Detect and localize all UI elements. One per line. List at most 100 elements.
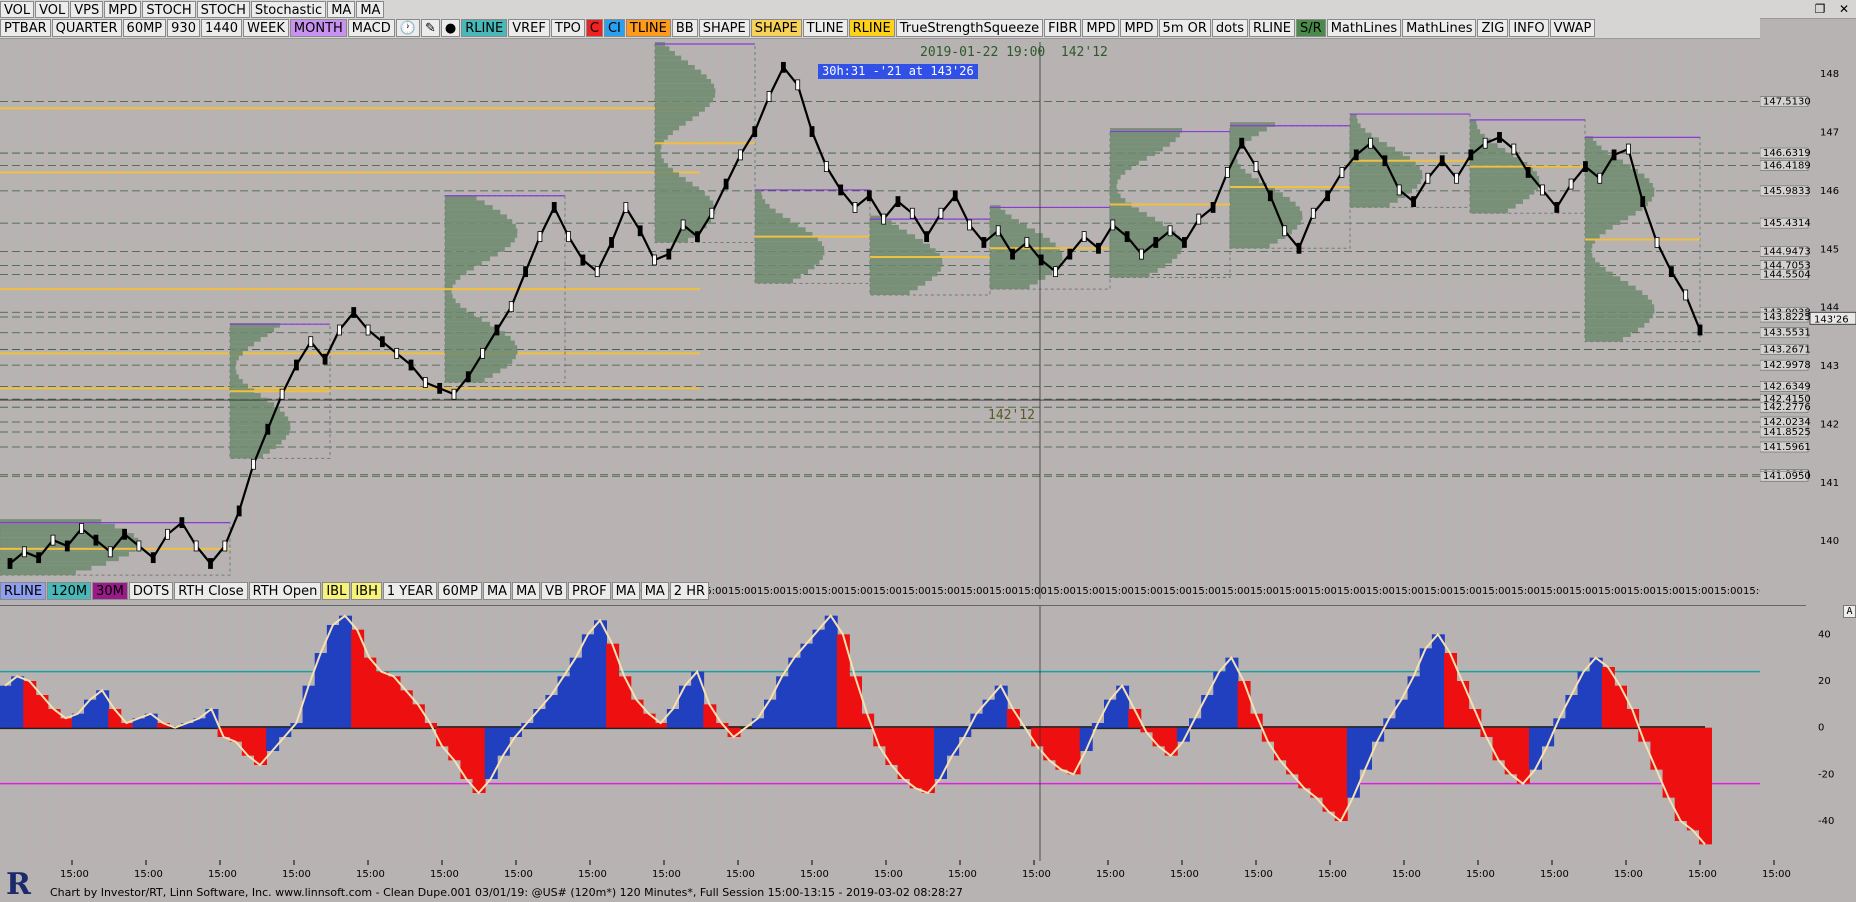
price-candle: [408, 359, 414, 371]
menu-vol[interactable]: VOL: [0, 0, 35, 18]
toolbar-shape[interactable]: SHAPE: [750, 19, 802, 37]
pencil-icon[interactable]: ✎: [420, 19, 440, 37]
toolbar-tpo[interactable]: TPO: [550, 19, 585, 37]
profile-bar: [655, 121, 686, 126]
profile-bar: [1350, 202, 1390, 208]
toolbar-930[interactable]: 930: [167, 19, 200, 37]
lower-dots[interactable]: DOTS: [128, 582, 174, 600]
price-candle: [1053, 266, 1058, 278]
profile-bar: [445, 279, 456, 285]
toolbar-zig[interactable]: ZIG: [1477, 19, 1509, 37]
menu-mpd[interactable]: MPD: [104, 0, 142, 18]
menu-ma[interactable]: MA: [356, 0, 385, 18]
menu-stoch[interactable]: STOCH: [196, 0, 250, 18]
profile-bar: [655, 55, 682, 61]
time-label: 15:00: [800, 869, 829, 880]
lower-2-hr[interactable]: 2 HR: [669, 582, 710, 600]
menu-ma[interactable]: MA: [327, 0, 356, 18]
date-tick: 15:00: [1192, 586, 1221, 597]
lower-ma[interactable]: MA: [611, 582, 640, 600]
lower-60mp[interactable]: 60MP: [438, 582, 482, 600]
toolbar-macd[interactable]: MACD: [347, 19, 395, 37]
lower-rline[interactable]: RLINE: [0, 582, 47, 600]
profile-bar: [445, 326, 498, 332]
price-chart-panel[interactable]: 15:00 15:00 15:00 15:00 15:00 15:00 15:00 15:00…: [0, 42, 1806, 599]
toolbar-mathlines[interactable]: MathLines: [1326, 19, 1402, 37]
close-icon[interactable]: ✕: [1832, 0, 1856, 18]
lower-vb[interactable]: VB: [541, 582, 567, 600]
restore-icon[interactable]: ❐: [1808, 0, 1832, 18]
lower-ma[interactable]: MA: [482, 582, 512, 600]
profile-bar: [1110, 160, 1139, 166]
toolbar-truestrengthsqueeze[interactable]: TrueStrengthSqueeze: [895, 19, 1044, 37]
profile-bar: [1470, 133, 1485, 139]
profile-bar: [655, 88, 716, 94]
profile-bar: [755, 259, 820, 265]
lower-120m[interactable]: 120M: [47, 582, 92, 600]
menu-vol[interactable]: VOL: [35, 0, 70, 18]
menu-stochastic[interactable]: Stochastic: [250, 0, 327, 18]
lower-ibh[interactable]: IBH: [351, 582, 382, 600]
menu-vps[interactable]: VPS: [70, 0, 104, 18]
price-candle: [695, 231, 700, 243]
profile-bar: [1350, 128, 1366, 133]
oscillator-panel[interactable]: [0, 605, 1806, 861]
lower-rth-open[interactable]: RTH Open: [248, 582, 322, 600]
price-candle: [1654, 237, 1660, 248]
clock-icon[interactable]: 🕐: [395, 19, 420, 37]
toolbar-mpd[interactable]: MPD: [1120, 19, 1158, 37]
price-candle: [64, 540, 70, 552]
toolbar-5m-or[interactable]: 5m OR: [1158, 19, 1211, 37]
profile-bar: [655, 135, 668, 140]
toolbar-rline[interactable]: RLINE: [1248, 19, 1296, 37]
toolbar-ci[interactable]: CI: [603, 19, 625, 37]
profile-bar: [655, 195, 710, 201]
toolbar-tline[interactable]: TLINE: [625, 19, 671, 37]
lower-1-year[interactable]: 1 YEAR: [382, 582, 438, 600]
profile-bar: [1350, 114, 1357, 119]
toolbar-month[interactable]: MONTH: [289, 19, 347, 37]
toolbar-week[interactable]: WEEK: [243, 19, 289, 37]
profile-bar: [755, 208, 776, 214]
toolbar-quarter[interactable]: QUARTER: [51, 19, 122, 37]
profile-bar: [1110, 156, 1147, 161]
osc-bar: [994, 685, 1008, 728]
lower-ibl[interactable]: IBL: [322, 582, 351, 600]
profile-bar: [870, 271, 938, 277]
toolbar-info[interactable]: INFO: [1509, 19, 1549, 37]
toolbar-c[interactable]: C: [585, 19, 603, 37]
panel-a-marker[interactable]: A: [1843, 605, 1856, 618]
price-candle: [394, 347, 400, 359]
lower-ma[interactable]: MA: [512, 582, 541, 600]
price-candle: [1640, 196, 1646, 207]
toolbar-fibr[interactable]: FIBR: [1044, 19, 1082, 37]
osc-bar: [472, 727, 486, 793]
profile-bar: [1230, 206, 1300, 211]
lower-ma[interactable]: MA: [640, 582, 669, 600]
lower-rth-close[interactable]: RTH Close: [174, 582, 248, 600]
lower-prof[interactable]: PROF: [567, 582, 611, 600]
osc-bar: [764, 699, 777, 728]
toolbar-mpd[interactable]: MPD: [1082, 19, 1120, 37]
toolbar-tline[interactable]: TLINE: [802, 19, 848, 37]
profile-bar: [230, 369, 237, 375]
drop-icon[interactable]: ●: [440, 19, 461, 37]
profile-bar: [1350, 174, 1423, 180]
toolbar-1440[interactable]: 1440: [200, 19, 243, 37]
toolbar-shape[interactable]: SHAPE: [698, 19, 750, 37]
menu-stoch[interactable]: STOCH: [142, 0, 196, 18]
toolbar-rline[interactable]: RLINE: [461, 19, 508, 37]
toolbar-ptbar[interactable]: PTBAR: [0, 19, 51, 37]
price-candle: [1067, 248, 1073, 260]
toolbar-dots[interactable]: dots: [1211, 19, 1248, 37]
toolbar-rline[interactable]: RLINE: [848, 19, 895, 37]
toolbar-s-r[interactable]: S/R: [1296, 19, 1326, 37]
toolbar-bb[interactable]: BB: [671, 19, 698, 37]
toolbar-60mp[interactable]: 60MP: [122, 19, 167, 37]
toolbar-vwap[interactable]: VWAP: [1549, 19, 1596, 37]
toolbar-vref[interactable]: VREF: [508, 19, 550, 37]
lower-30m[interactable]: 30M: [92, 582, 128, 600]
osc-bar: [1067, 727, 1081, 775]
toolbar-mathlines[interactable]: MathLines: [1402, 19, 1477, 37]
status-text: Chart by Investor/RT, Linn Software, Inc…: [50, 886, 963, 899]
